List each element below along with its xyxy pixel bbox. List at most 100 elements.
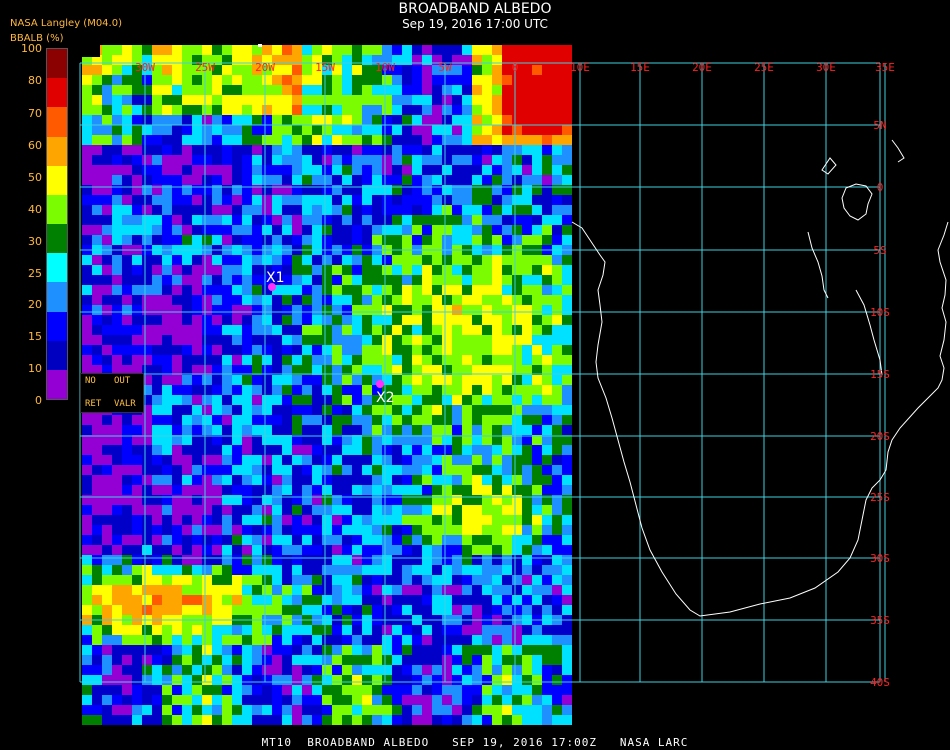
image-pixel [512,345,522,355]
image-pixel [232,325,242,335]
image-pixel [162,225,172,235]
image-pixel [352,355,362,365]
image-pixel [402,445,412,455]
image-pixel [262,475,272,485]
image-pixel [352,225,362,235]
image-pixel [332,165,342,175]
image-pixel [312,605,322,615]
image-pixel [512,485,522,495]
image-pixel [452,165,462,175]
image-pixel [112,465,122,475]
image-pixel [102,575,112,585]
image-pixel [102,325,112,335]
image-pixel [502,255,512,265]
image-pixel [342,345,352,355]
image-pixel [432,315,442,325]
image-pixel [342,555,352,565]
image-pixel [392,345,402,355]
image-pixel [422,505,432,515]
image-pixel [522,285,532,295]
image-pixel [522,75,532,85]
image-pixel [282,695,292,705]
image-pixel [302,455,312,465]
image-pixel [532,345,542,355]
image-pixel [82,635,92,645]
image-pixel [342,665,352,675]
image-pixel [342,645,352,655]
image-pixel [322,275,332,285]
image-pixel [292,205,302,215]
image-pixel [482,275,492,285]
image-pixel [382,75,392,85]
image-pixel [112,45,122,55]
image-pixel [392,105,402,115]
image-pixel [212,75,222,85]
image-pixel [202,695,212,705]
image-pixel [92,625,102,635]
image-pixel [182,165,192,175]
image-pixel [432,705,442,715]
image-pixel [382,345,392,355]
image-pixel [262,425,272,435]
image-pixel [512,395,522,405]
image-pixel [302,265,312,275]
image-pixel [312,195,322,205]
image-pixel [462,465,472,475]
image-pixel [472,635,482,645]
image-pixel [392,145,402,155]
image-pixel [132,695,142,705]
image-pixel [492,235,502,245]
image-pixel [402,305,412,315]
image-pixel [132,125,142,135]
image-pixel [292,685,302,695]
image-pixel [532,425,542,435]
image-pixel [552,175,562,185]
image-pixel [412,65,422,75]
image-pixel [532,555,542,565]
image-pixel [352,255,362,265]
image-pixel [262,585,272,595]
image-pixel [462,715,472,725]
image-pixel [302,65,312,75]
image-pixel [542,305,552,315]
image-pixel [502,715,512,725]
image-pixel [172,595,182,605]
image-pixel [462,675,472,685]
image-pixel [532,445,542,455]
image-pixel [172,445,182,455]
image-pixel [412,465,422,475]
image-pixel [192,75,202,85]
image-pixel [102,345,112,355]
image-pixel [482,605,492,615]
image-pixel [532,45,542,55]
image-pixel [82,335,92,345]
image-pixel [102,235,112,245]
image-pixel [422,255,432,265]
image-pixel [302,155,312,165]
image-pixel [342,405,352,415]
image-pixel [502,175,512,185]
image-pixel [432,525,442,535]
image-pixel [252,155,262,165]
image-pixel [192,685,202,695]
image-pixel [222,85,232,95]
image-pixel [262,115,272,125]
image-pixel [392,515,402,525]
image-pixel [82,165,92,175]
image-pixel [142,125,152,135]
image-pixel [262,705,272,715]
image-pixel [552,505,562,515]
image-pixel [522,635,532,645]
image-pixel [312,625,322,635]
image-pixel [402,455,412,465]
image-pixel [312,475,322,485]
image-pixel [282,645,292,655]
image-pixel [222,415,232,425]
image-pixel [132,295,142,305]
image-pixel [322,515,332,525]
image-pixel [172,265,182,275]
image-pixel [132,535,142,545]
image-pixel [172,645,182,655]
image-pixel [542,235,552,245]
image-pixel [392,335,402,345]
